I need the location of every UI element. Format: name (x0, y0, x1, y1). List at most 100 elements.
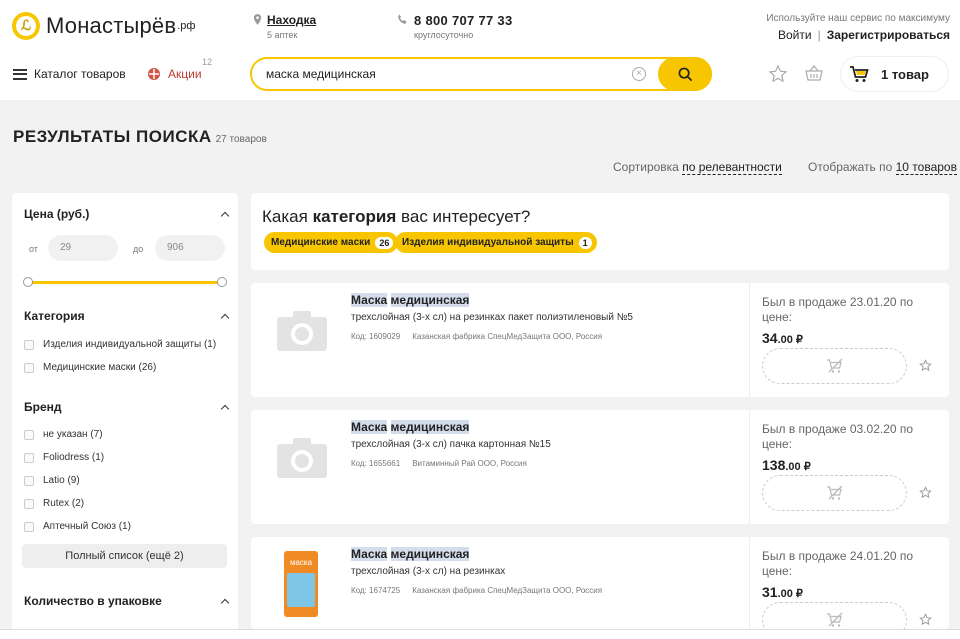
checkbox-label: Изделия индивидуальной защиты (1) (43, 339, 217, 350)
brand-filter-title[interactable]: Бренд (24, 400, 62, 414)
product-card[interactable]: Маска медицинская трехслойная (3-х сл) н… (251, 283, 949, 397)
category-question-part: вас интересует? (396, 207, 531, 226)
display-label: Отображать по (808, 160, 893, 174)
checkbox[interactable] (24, 362, 34, 373)
checkbox[interactable] (24, 521, 34, 532)
product-description: трехслойная (3-х сл) на резинках (351, 566, 506, 577)
product-card[interactable]: Маска медицинская трехслойная (3-х сл) п… (251, 410, 949, 524)
phone-hours: круглосуточно (414, 30, 474, 40)
product-meta: Код: 1655661 Витаминный Рай ООО, Россия (351, 459, 527, 468)
cart-button[interactable]: 1 товар (841, 57, 948, 91)
product-name[interactable]: Маска медицинская (351, 547, 470, 561)
location-pin-icon (253, 14, 262, 25)
logo-text: Монастырёв (46, 13, 177, 38)
checkbox[interactable] (24, 339, 34, 350)
category-chip[interactable]: Медицинские маски 26 (264, 232, 399, 253)
checkbox-label: Аптечный Союз (1) (43, 521, 131, 532)
city-name[interactable]: Находка (267, 13, 316, 27)
brand-checkbox[interactable]: Rutex (2) (24, 498, 84, 509)
category-checkbox[interactable]: Медицинские маски (26) (24, 362, 156, 373)
favorite-star-icon[interactable] (919, 359, 932, 372)
product-price: 138.00 ₽ (762, 457, 811, 473)
price-value: 34 (762, 330, 778, 346)
show-full-list-button[interactable]: Полный список (ещё 2) (22, 544, 227, 568)
price-range-slider[interactable] (23, 277, 227, 287)
sold-info: Был в продаже 24.01.20 по цене: (762, 549, 914, 578)
checkbox-label: Rutex (2) (43, 498, 85, 509)
category-filter-title[interactable]: Категория (24, 309, 85, 323)
price-from-input[interactable]: 29 (48, 235, 118, 261)
brand-checkbox[interactable]: Latio (9) (24, 475, 80, 486)
product-meta: Код: 1609029 Казанская фабрика СпецМедЗащ… (351, 332, 602, 341)
chevron-up-icon[interactable] (220, 211, 230, 221)
checkbox[interactable] (24, 498, 34, 509)
login-link[interactable]: Войти (778, 28, 812, 42)
actions-count: 12 (202, 57, 213, 67)
product-meta: Код: 1674725 Казанская фабрика СпецМедЗащ… (351, 586, 602, 595)
price-filter-title[interactable]: Цена (руб.) (24, 207, 89, 221)
checkbox[interactable] (24, 429, 34, 440)
sort-control: Сортировка по релевантности (613, 160, 782, 175)
product-code: Код: 1609029 (351, 332, 401, 341)
product-name-word: медицинская (390, 420, 470, 434)
checkbox[interactable] (24, 452, 34, 463)
catalog-menu-button[interactable]: Каталог товаров (13, 67, 126, 81)
sort-dropdown[interactable]: по релевантности (682, 160, 782, 175)
display-control: Отображать по 10 товаров (808, 160, 957, 175)
category-question: Какая категория вас интересует? (262, 207, 530, 227)
slider-min-handle[interactable] (23, 277, 33, 287)
brand-checkbox[interactable]: Foliodress (1) (24, 452, 104, 463)
checkbox-label: Foliodress (1) (43, 452, 105, 463)
phone-number[interactable]: 8 800 707 77 33 (414, 13, 512, 28)
chip-label: Изделия индивидуальной защиты (402, 237, 574, 248)
category-suggestions: Какая категория вас интересует? Медицинс… (251, 193, 949, 270)
sold-info: Был в продаже 03.02.20 по цене: (762, 422, 914, 451)
product-photo-label: маска (290, 558, 313, 567)
unavailable-cart-button[interactable] (762, 475, 907, 511)
page-size-dropdown[interactable]: 10 товаров (895, 160, 957, 175)
price-from-label: от (29, 244, 38, 254)
brand-checkbox[interactable]: не указан (7) (24, 429, 103, 440)
actions-link[interactable]: Акции 12 (147, 57, 212, 81)
chevron-up-icon[interactable] (220, 404, 230, 414)
favorite-star-icon[interactable] (919, 613, 932, 626)
unavailable-cart-button[interactable] (762, 602, 907, 629)
chevron-up-icon[interactable] (220, 598, 230, 608)
product-name[interactable]: Маска медицинская (351, 293, 470, 307)
product-name[interactable]: Маска медицинская (351, 420, 470, 434)
category-checkbox[interactable]: Изделия индивидуальной защиты (1) (24, 339, 216, 350)
clear-search-icon[interactable]: × (632, 67, 646, 81)
checkbox[interactable] (24, 475, 34, 486)
basket-icon[interactable] (804, 64, 824, 84)
search-bar: × (250, 57, 712, 91)
favorite-star-icon[interactable] (919, 486, 932, 499)
product-price: 31.00 ₽ (762, 584, 803, 600)
product-maker: Казанская фабрика СпецМедЗащита ООО, Рос… (412, 332, 603, 341)
cart-icon (850, 66, 869, 82)
register-link[interactable]: Зарегистрироваться (827, 28, 950, 42)
cart-crossed-icon (826, 485, 842, 500)
chevron-up-icon[interactable] (220, 313, 230, 323)
phone-icon (398, 14, 407, 24)
bottom-bar (0, 629, 960, 639)
category-chip[interactable]: Изделия индивидуальной защиты 1 (395, 232, 597, 253)
quantity-filter-title[interactable]: Количество в упаковке (24, 594, 162, 608)
price-value: 31 (762, 584, 778, 600)
product-maker: Витаминный Рай ООО, Россия (412, 459, 527, 468)
price-to-label: до (133, 244, 144, 254)
price-to-input[interactable]: 906 (155, 235, 225, 261)
camera-placeholder-icon (277, 311, 327, 351)
favorites-star-icon[interactable] (768, 64, 788, 84)
product-card[interactable]: маска Маска медицинская трехслойная (3-х… (251, 537, 949, 629)
slider-max-handle[interactable] (217, 277, 227, 287)
checkbox-label: Медицинские маски (26) (43, 362, 157, 373)
page-title: РЕЗУЛЬТАТЫ ПОИСКА 27 товаров (13, 127, 267, 147)
brand-checkbox[interactable]: Аптечный Союз (1) (24, 521, 131, 532)
product-code: Код: 1674725 (351, 586, 401, 595)
unavailable-cart-button[interactable] (762, 348, 907, 384)
product-maker: Казанская фабрика СпецМедЗащита ООО, Рос… (412, 586, 603, 595)
logo[interactable]: ℒ Монастырёв .рф (12, 12, 195, 40)
filters-sidebar: Цена (руб.) от 29 до 906 Категория Издел… (12, 193, 238, 639)
search-input[interactable] (266, 65, 626, 83)
search-button[interactable] (658, 57, 712, 91)
